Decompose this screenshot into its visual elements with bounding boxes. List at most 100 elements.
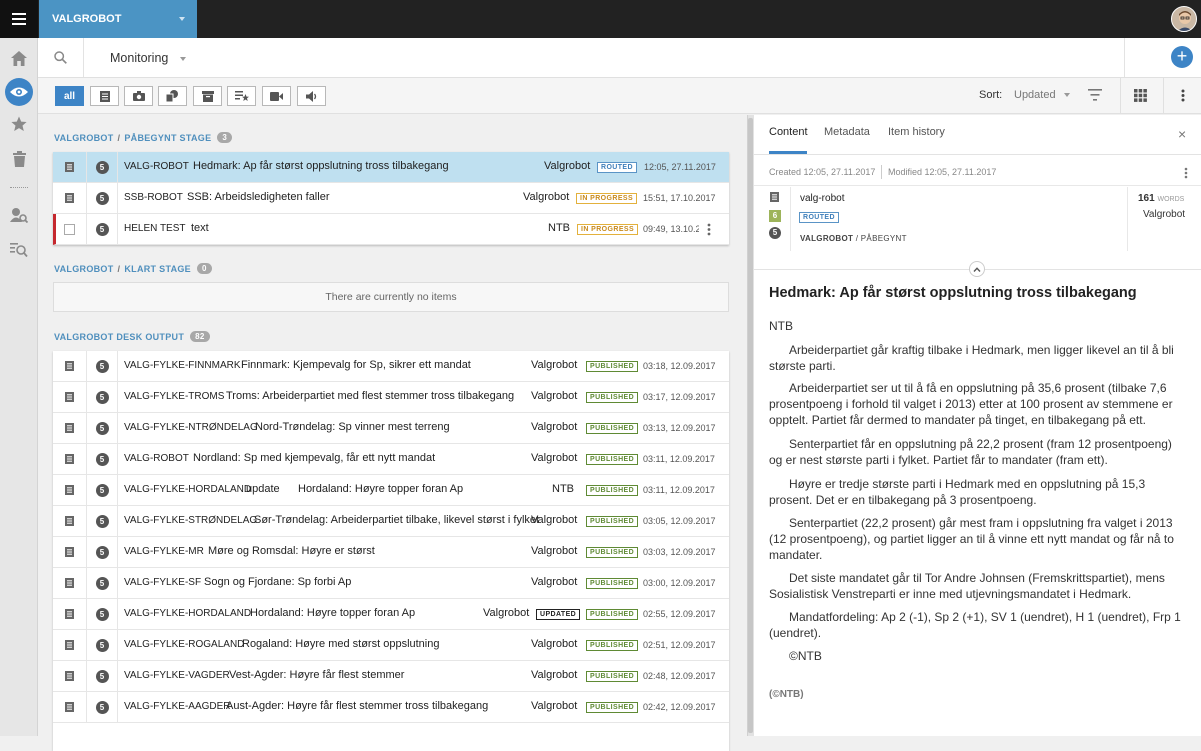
source: VALG-FYLKE-STRØNDELAG bbox=[124, 515, 258, 526]
table-row[interactable]: 5 VALG-FYLKE-MR Møre og Romsdal: Høyre er … bbox=[53, 537, 729, 568]
timestamp: 03:11, 12.09.2017 bbox=[643, 454, 715, 464]
source: VALG-ROBOT bbox=[124, 161, 189, 172]
grid-view-icon[interactable] bbox=[1134, 89, 1147, 105]
status-badge: PUBLISHED bbox=[586, 454, 639, 465]
tab-item-history[interactable]: Item history bbox=[888, 126, 945, 138]
text-item-icon bbox=[53, 506, 87, 536]
filter-picture-icon[interactable] bbox=[124, 86, 153, 106]
table-row[interactable]: 5 VALG-FYLKE-ROGALAND Rogaland: Høyre med … bbox=[53, 630, 729, 661]
body-paragraph: Mandatfordeling: Ap 2 (-1), Sp 2 (+1), S… bbox=[769, 610, 1181, 640]
preview-headline: Hedmark: Ap får størst oppslutning tross… bbox=[769, 285, 1137, 301]
monitoring-eye-icon[interactable] bbox=[0, 77, 38, 107]
status-badge: PUBLISHED bbox=[586, 516, 639, 527]
home-icon[interactable] bbox=[0, 43, 38, 73]
filter-toolbar: all Sort: Updated bbox=[38, 78, 1201, 114]
table-row[interactable]: 5 VALG-FYLKE-NTRØNDELAG Nord-Trøndelag: Sp… bbox=[53, 413, 729, 444]
headline: text bbox=[191, 222, 209, 234]
source: VALG-ROBOT bbox=[124, 453, 189, 464]
source: SSB-ROBOT bbox=[124, 192, 183, 203]
provider: NTB bbox=[552, 483, 574, 495]
status-badge: PUBLISHED bbox=[586, 547, 639, 558]
star-icon[interactable] bbox=[0, 109, 38, 139]
empty-state: There are currently no items bbox=[53, 282, 729, 312]
filter-list-icon[interactable] bbox=[1088, 89, 1102, 104]
text-item-icon bbox=[770, 192, 779, 205]
table-row[interactable]: 5 VALG-FYLKE-AAGDER Aust-Agder: Høyre får … bbox=[53, 692, 729, 723]
filter-composite-icon[interactable] bbox=[227, 86, 256, 106]
priority-badge: 5 bbox=[87, 444, 118, 474]
source: VALG-FYLKE-HORDALAND bbox=[124, 608, 252, 619]
preview-footer: (©NTB) bbox=[769, 689, 804, 700]
filter-package-icon[interactable] bbox=[193, 86, 222, 106]
desk-name: VALGROBOT bbox=[52, 13, 122, 25]
desk-stage: VALGROBOT / PÅBEGYNT bbox=[800, 234, 907, 243]
create-new-plus-button[interactable]: + bbox=[1171, 46, 1193, 68]
search-icon[interactable] bbox=[38, 38, 84, 77]
table-row[interactable]: 5 VALG-FYLKE-VAGDER Vest-Agder: Høyre får … bbox=[53, 661, 729, 692]
sort-selector[interactable]: Updated bbox=[1014, 89, 1070, 101]
priority-badge: 5 bbox=[87, 413, 118, 443]
table-row[interactable]: 5 VALG-FYLKE-FINNMARK Finnmark: Kjempevalg… bbox=[53, 351, 729, 382]
headline: Vest-Agder: Høyre får flest stemmer bbox=[229, 669, 405, 681]
more-options-icon[interactable] bbox=[1184, 167, 1188, 182]
table-row[interactable]: 5 HELEN TEST text NTB IN PROGRESS 09:49,… bbox=[53, 214, 729, 245]
filter-video-icon[interactable] bbox=[262, 86, 291, 106]
priority-badge: 5 bbox=[87, 214, 118, 244]
global-search-icon[interactable] bbox=[0, 235, 38, 265]
group-header[interactable]: VALGROBOT DESK OUTPUT 82 bbox=[54, 331, 210, 342]
table-row[interactable]: 5 VALG-FYLKE-STRØNDELAG Sør-Trøndelag: Arb… bbox=[53, 506, 729, 537]
trash-icon[interactable] bbox=[0, 144, 38, 174]
filter-graphic-icon[interactable] bbox=[158, 86, 187, 106]
timestamp: 02:55, 12.09.2017 bbox=[643, 609, 716, 619]
timestamp: 02:51, 12.09.2017 bbox=[643, 640, 716, 650]
more-options-icon[interactable] bbox=[707, 223, 711, 239]
headline: Rogaland: Høyre med størst oppslutning bbox=[242, 638, 440, 650]
text-item-icon bbox=[53, 183, 87, 213]
more-options-icon[interactable] bbox=[1181, 89, 1185, 105]
headline: Aust-Agder: Høyre får flest stemmer tros… bbox=[226, 700, 489, 712]
body-paragraph: Høyre er tredje største parti i Hedmark … bbox=[769, 477, 1146, 507]
group-header[interactable]: VALGROBOT / KLART STAGE 0 bbox=[54, 263, 212, 274]
chevron-down-icon bbox=[1063, 93, 1070, 98]
text-item-icon bbox=[53, 351, 87, 381]
close-icon[interactable]: × bbox=[1178, 126, 1186, 142]
table-row[interactable]: 5 VALG-FYLKE-HORDALAND update Hordaland: Hø… bbox=[53, 475, 729, 506]
body-paragraph: Senterpartiet får en oppslutning på 22,2… bbox=[769, 437, 1172, 467]
select-checkbox[interactable] bbox=[53, 214, 87, 244]
priority-badge: 5 bbox=[87, 692, 118, 722]
desk-selector[interactable]: VALGROBOT bbox=[39, 0, 197, 38]
view-selector[interactable]: Monitoring bbox=[110, 51, 186, 65]
provider: Valgrobot bbox=[531, 359, 578, 371]
menu-icon[interactable] bbox=[0, 0, 38, 38]
headline: Hordaland: Høyre topper foran Ap bbox=[298, 483, 464, 495]
scrollbar-thumb[interactable] bbox=[748, 118, 753, 733]
table-row[interactable]: 5 VALG-FYLKE-TROMS Troms: Arbeiderpartiet … bbox=[53, 382, 729, 413]
status-badge: PUBLISHED bbox=[586, 640, 639, 651]
status-badge: PUBLISHED bbox=[586, 702, 639, 713]
avatar[interactable] bbox=[1171, 6, 1197, 32]
modified-date: Modified 12:05, 27.11.2017 bbox=[888, 167, 997, 177]
sort-label: Sort: bbox=[979, 89, 1003, 101]
monitoring-list: VALGROBOT / PÅBEGYNT STAGE 3 5 VALG-ROBOT H… bbox=[38, 115, 747, 751]
priority-badge: 5 bbox=[769, 227, 781, 239]
group-header[interactable]: VALGROBOT / PÅBEGYNT STAGE 3 bbox=[54, 132, 233, 143]
user-search-icon[interactable] bbox=[0, 200, 38, 230]
table-row[interactable]: 5 VALG-FYLKE-HORDALAND Hordaland: Høyre to… bbox=[53, 599, 729, 630]
body-paragraph: Det siste mandatet går til Tor Andre Joh… bbox=[769, 571, 1165, 601]
priority-badge: 5 bbox=[87, 537, 118, 567]
table-row[interactable]: 5 VALG-FYLKE-SF Sogn og Fjordane: Sp forbi… bbox=[53, 568, 729, 599]
provider: Valgrobot bbox=[531, 700, 578, 712]
timestamp: 02:48, 12.09.2017 bbox=[643, 671, 716, 681]
collapse-chevron-up-icon[interactable] bbox=[969, 261, 985, 277]
tab-content[interactable]: Content bbox=[769, 126, 808, 138]
filter-all-button[interactable]: all bbox=[55, 86, 84, 106]
filter-text-icon[interactable] bbox=[90, 86, 119, 106]
source: VALG-FYLKE-VAGDER bbox=[124, 670, 230, 681]
table-row[interactable]: 5 VALG-ROBOT Nordland: Sp med kjempevalg, … bbox=[53, 444, 729, 475]
tab-metadata[interactable]: Metadata bbox=[824, 126, 870, 138]
table-row[interactable]: 5 SSB-ROBOT SSB: Arbeidsledigheten falle… bbox=[53, 183, 729, 214]
filter-audio-icon[interactable] bbox=[297, 86, 326, 106]
table-row[interactable]: 5 VALG-ROBOT Hedmark: Ap får størst opps… bbox=[53, 152, 729, 183]
source: VALG-FYLKE-MR bbox=[124, 546, 204, 557]
status-badge: PUBLISHED bbox=[586, 423, 639, 434]
